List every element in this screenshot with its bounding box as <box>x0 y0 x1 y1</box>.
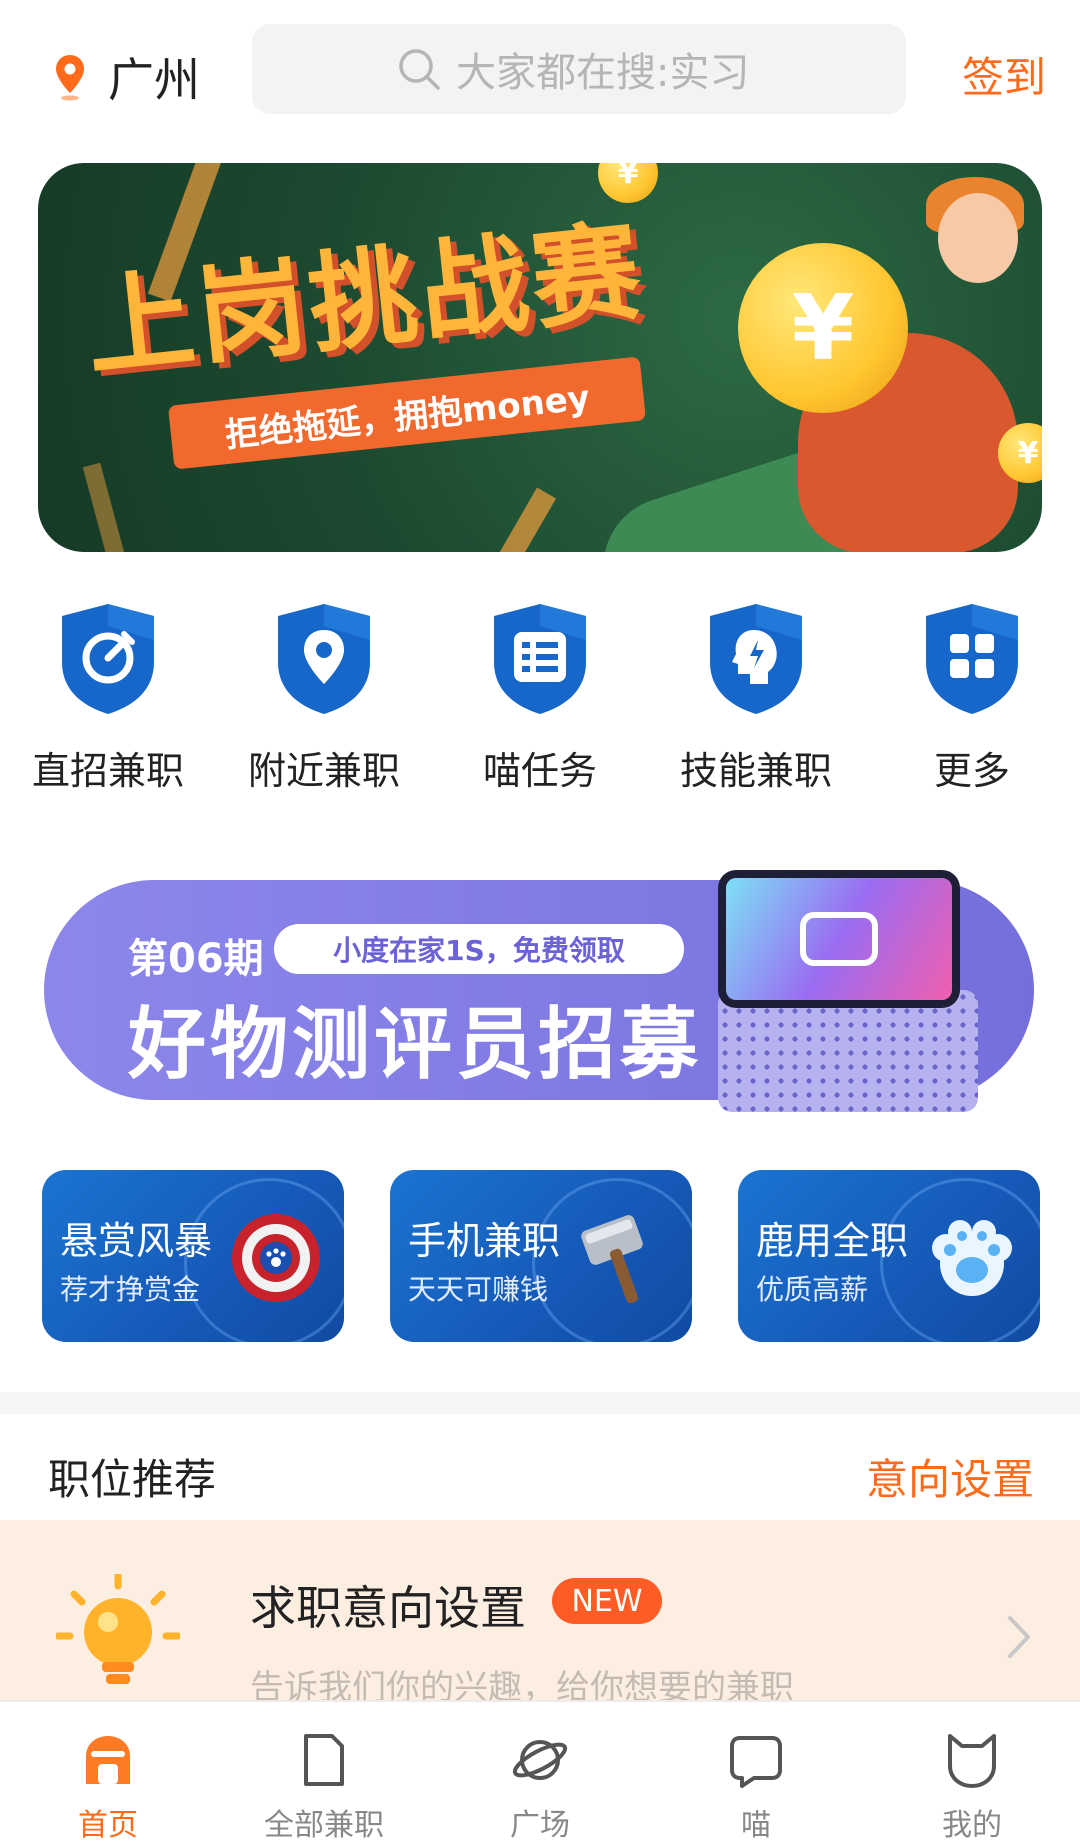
bottom-tab-bar: 首页 全部兼职 广场 喵 我的 <box>0 1700 1080 1848</box>
task-list-icon <box>494 604 586 714</box>
feature-card-bounty[interactable]: 悬赏风暴 荐才挣赏金 <box>42 1170 344 1342</box>
search-placeholder: 大家都在搜:实习 <box>456 50 750 96</box>
intent-settings-link[interactable]: 意向设置 <box>866 1446 1034 1507</box>
location-pin-icon <box>56 55 84 101</box>
category-skill[interactable]: 技能兼职 <box>666 600 846 795</box>
lightbulb-icon <box>56 1574 180 1684</box>
section-title-recommend: 职位推荐 <box>48 1455 217 1504</box>
search-icon <box>399 49 440 90</box>
feature-cards: 悬赏风暴 荐才挣赏金 手机兼职 天天可赚钱 鹿用全职 优质高薪 <box>42 1170 1042 1342</box>
hammer-icon <box>581 1215 643 1304</box>
card-title: 手机兼职 <box>408 1219 561 1263</box>
device-logo-icon <box>800 912 878 966</box>
new-badge: NEW <box>552 1578 662 1624</box>
speaker-grille <box>718 990 978 1112</box>
gold-coin-large: ¥ <box>738 243 908 413</box>
home-page: 广州 大家都在搜:实习 签到 ¥ ¥ ¥ 上岗挑战赛 拒绝拖延，拥抱money <box>0 0 1080 1848</box>
document-icon <box>304 1734 344 1786</box>
smart-display-image <box>718 870 1002 1112</box>
feature-card-mobile[interactable]: 手机兼职 天天可赚钱 <box>390 1170 692 1342</box>
tab-label: 喵 <box>741 1808 771 1843</box>
stopwatch-icon <box>62 604 154 714</box>
city-label: 广州 <box>108 53 200 107</box>
feature-card-fulltime[interactable]: 鹿用全职 优质高薪 <box>738 1170 1040 1342</box>
category-label: 技能兼职 <box>679 749 832 793</box>
tab-label: 全部兼职 <box>264 1808 384 1843</box>
intent-title: 求职意向设置 <box>250 1581 526 1635</box>
signin-button[interactable]: 签到 <box>962 44 1046 105</box>
promo-issue: 第06期 <box>128 936 264 982</box>
location-selector[interactable]: 广州 <box>54 44 200 110</box>
promo-tag: 小度在家1S，免费领取 <box>274 924 684 974</box>
card-title: 悬赏风暴 <box>60 1219 213 1263</box>
category-more[interactable]: 更多 <box>882 600 1062 795</box>
category-label: 更多 <box>933 749 1010 793</box>
category-direct-hire[interactable]: 直招兼职 <box>18 600 198 795</box>
skill-head-icon <box>710 604 802 714</box>
category-label: 直招兼职 <box>31 749 184 793</box>
product-tester-banner[interactable]: 第06期 小度在家1S，免费领取 好物测评员招募 <box>44 870 1036 1112</box>
tab-square[interactable]: 广场 <box>432 1730 648 1844</box>
category-label: 附近兼职 <box>247 749 400 793</box>
card-subtitle: 优质高薪 <box>756 1273 869 1306</box>
home-icon <box>86 1736 130 1784</box>
top-header: 广州 大家都在搜:实习 签到 <box>0 0 1080 140</box>
device-screen <box>718 870 960 1008</box>
promo-title: 好物测评员招募 <box>128 1000 703 1090</box>
card-subtitle: 天天可赚钱 <box>408 1273 549 1306</box>
tab-home[interactable]: 首页 <box>0 1730 216 1844</box>
card-subtitle: 荐才挣赏金 <box>60 1273 201 1306</box>
chevron-right-icon <box>1008 1616 1030 1658</box>
device-screen-art <box>726 878 952 1000</box>
grid-icon <box>926 604 1018 714</box>
banner-ray <box>82 462 132 552</box>
tab-meow[interactable]: 喵 <box>648 1730 864 1844</box>
tab-mine[interactable]: 我的 <box>864 1730 1080 1844</box>
category-nearby[interactable]: 附近兼职 <box>234 600 414 795</box>
tab-label: 广场 <box>510 1808 570 1843</box>
paw-cloud-icon <box>932 1220 1012 1296</box>
banner-ray <box>461 487 557 552</box>
person-head <box>938 193 1018 283</box>
category-grid: 直招兼职 附近兼职 喵任务 技能兼职 更多 <box>0 600 1080 800</box>
section-divider <box>0 1392 1080 1414</box>
search-bar[interactable]: 大家都在搜:实习 <box>252 24 906 114</box>
category-tasks[interactable]: 喵任务 <box>450 600 630 795</box>
job-intent-card[interactable]: 求职意向设置 NEW 告诉我们你的兴趣，给你想要的兼职 <box>0 1520 1080 1708</box>
shield-paw-icon <box>232 1214 320 1302</box>
category-label: 喵任务 <box>482 749 597 793</box>
cat-face-icon <box>948 1734 996 1788</box>
planet-icon <box>512 1740 568 1780</box>
tab-label: 我的 <box>942 1808 1002 1843</box>
location-pin-icon <box>278 604 370 714</box>
challenge-banner[interactable]: ¥ ¥ ¥ 上岗挑战赛 拒绝拖延，拥抱money <box>38 163 1042 552</box>
tab-all-jobs[interactable]: 全部兼职 <box>216 1730 432 1844</box>
tab-label: 首页 <box>78 1808 138 1843</box>
card-title: 鹿用全职 <box>756 1219 909 1263</box>
chat-bubble-icon <box>730 1736 782 1788</box>
